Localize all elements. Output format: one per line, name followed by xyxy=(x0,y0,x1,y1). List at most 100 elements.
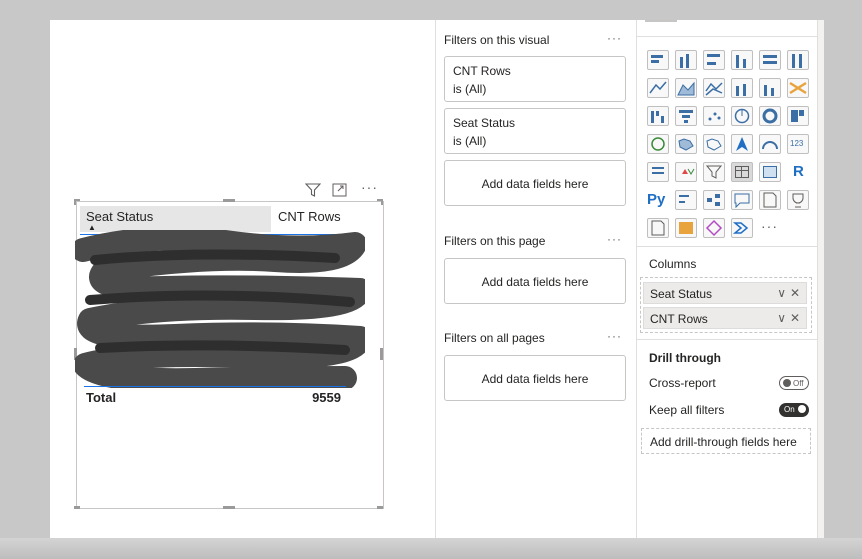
redacted-scribble xyxy=(75,230,365,388)
clustered-bar-chart-icon[interactable] xyxy=(703,50,725,70)
r-script-visual-icon[interactable]: R xyxy=(787,162,809,182)
stacked-column-chart-icon[interactable] xyxy=(675,50,697,70)
filled-map-icon[interactable] xyxy=(675,134,697,154)
drill-through-well[interactable]: Add drill-through fields here xyxy=(641,428,811,454)
key-influencers-icon[interactable] xyxy=(675,190,697,210)
filters-all-title: Filters on all pages xyxy=(444,331,545,345)
focus-mode-icon[interactable] xyxy=(332,183,347,197)
resize-handle-bottom[interactable] xyxy=(223,506,235,509)
donut-chart-icon[interactable] xyxy=(759,106,781,126)
pie-chart-icon[interactable] xyxy=(731,106,753,126)
decomposition-tree-icon[interactable] xyxy=(703,190,725,210)
add-data-label: Add data fields here xyxy=(481,177,589,191)
azure-map-icon[interactable] xyxy=(731,134,753,154)
py-label: Py xyxy=(647,191,666,208)
filters-page-more-icon[interactable]: ··· xyxy=(607,232,622,246)
keep-filters-label: Keep all filters xyxy=(649,403,725,417)
total-separator xyxy=(84,386,346,387)
visual-header: ··· xyxy=(305,179,385,198)
chevron-down-icon[interactable]: ∨ xyxy=(777,311,786,325)
field-label: CNT Rows xyxy=(650,312,708,326)
toggle-state: On xyxy=(784,405,795,414)
scatter-chart-icon[interactable] xyxy=(703,106,725,126)
kpi-icon[interactable] xyxy=(675,162,697,182)
filter-card-seat-status[interactable]: Seat Status is (All) xyxy=(444,108,626,154)
chevron-down-icon[interactable]: ∨ xyxy=(777,286,786,300)
backdrop xyxy=(0,538,862,559)
matrix-icon[interactable] xyxy=(759,162,781,182)
divider xyxy=(637,36,818,37)
toggle-knob xyxy=(783,379,791,387)
gauge-icon[interactable] xyxy=(759,134,781,154)
clustered-column-chart-icon[interactable] xyxy=(731,50,753,70)
filters-visual-more-icon[interactable]: ··· xyxy=(607,31,622,45)
card-icon[interactable]: 123 xyxy=(787,134,809,154)
filter-condition: is (All) xyxy=(453,82,487,96)
add-data-fields-page[interactable]: Add data fields here xyxy=(444,258,626,304)
column-header-label: Seat Status xyxy=(86,209,154,224)
resize-handle-tr-v[interactable] xyxy=(381,199,383,205)
resize-handle-br[interactable] xyxy=(377,506,383,509)
100-stacked-column-chart-icon[interactable] xyxy=(787,50,809,70)
waterfall-chart-icon[interactable] xyxy=(647,106,669,126)
resize-handle-right[interactable] xyxy=(380,348,383,360)
keep-filters-toggle[interactable]: On xyxy=(779,403,809,417)
power-automate-icon[interactable] xyxy=(731,218,753,238)
filters-pane: Filters on this visual ··· CNT Rows is (… xyxy=(435,20,636,538)
100-stacked-bar-chart-icon[interactable] xyxy=(759,50,781,70)
power-apps-icon[interactable] xyxy=(703,218,725,238)
close-icon[interactable]: ✕ xyxy=(790,286,800,300)
resize-handle-tl-v[interactable] xyxy=(74,199,76,205)
map-icon[interactable] xyxy=(647,134,669,154)
field-well-seat-status[interactable]: Seat Status ∨ ✕ xyxy=(643,282,807,304)
shape-map-icon[interactable] xyxy=(703,134,725,154)
add-data-fields-visual[interactable]: Add data fields here xyxy=(444,160,626,206)
filter-condition: is (All) xyxy=(453,134,487,148)
line-chart-icon[interactable] xyxy=(647,78,669,98)
close-icon[interactable]: ✕ xyxy=(790,311,800,325)
toggle-state: Off xyxy=(793,379,804,388)
multi-row-card-icon[interactable] xyxy=(647,162,669,182)
report-canvas[interactable]: ··· Seat Status ▲ CNT Rows Total 9559 xyxy=(50,20,435,538)
stacked-bar-chart-icon[interactable] xyxy=(647,50,669,70)
field-well-cnt-rows[interactable]: CNT Rows ∨ ✕ xyxy=(643,307,807,329)
column-header-seat-status[interactable]: Seat Status xyxy=(80,206,271,232)
table-icon[interactable] xyxy=(731,162,753,182)
area-chart-icon[interactable] xyxy=(675,78,697,98)
collapsed-pane-edge xyxy=(817,20,824,538)
stacked-area-chart-icon[interactable] xyxy=(703,78,725,98)
cross-report-toggle[interactable]: Off xyxy=(779,376,809,390)
visualizations-pane: 123 R Py ··· Columns Seat Status ∨ ✕ CNT… xyxy=(636,20,818,538)
filters-all-more-icon[interactable]: ··· xyxy=(607,329,622,343)
more-options-icon[interactable]: ··· xyxy=(361,179,378,195)
funnel-chart-icon[interactable] xyxy=(675,106,697,126)
qa-icon[interactable] xyxy=(731,190,753,210)
resize-handle-bl[interactable] xyxy=(74,506,80,509)
ribbon-chart-icon[interactable] xyxy=(787,78,809,98)
python-visual-icon[interactable]: Py xyxy=(647,190,669,210)
total-value: 9559 xyxy=(312,390,341,405)
line-stacked-column-chart-icon[interactable] xyxy=(759,78,781,98)
arcgis-map-icon[interactable] xyxy=(675,218,697,238)
line-clustered-column-chart-icon[interactable] xyxy=(731,78,753,98)
filter-field: CNT Rows xyxy=(453,64,511,78)
filter-icon[interactable] xyxy=(305,182,321,198)
r-label: R xyxy=(793,163,804,180)
filter-card-cnt-rows[interactable]: CNT Rows is (All) xyxy=(444,56,626,102)
total-label: Total xyxy=(86,390,117,405)
card-label: 123 xyxy=(790,139,804,148)
resize-handle-top[interactable] xyxy=(223,199,235,202)
treemap-icon[interactable] xyxy=(787,106,809,126)
divider xyxy=(637,339,818,340)
slicer-icon[interactable] xyxy=(703,162,725,182)
paginated-report-icon[interactable] xyxy=(647,218,669,238)
add-data-fields-all[interactable]: Add data fields here xyxy=(444,355,626,401)
metrics-icon[interactable] xyxy=(787,190,809,210)
drill-through-placeholder: Add drill-through fields here xyxy=(650,435,797,449)
total-row: Total 9559 xyxy=(86,390,341,405)
smart-narrative-icon[interactable] xyxy=(759,190,781,210)
more-visuals-icon[interactable]: ··· xyxy=(761,218,778,234)
add-data-label: Add data fields here xyxy=(481,372,589,386)
columns-section-title: Columns xyxy=(649,257,697,271)
column-header-cnt-rows[interactable]: CNT Rows xyxy=(278,209,341,224)
